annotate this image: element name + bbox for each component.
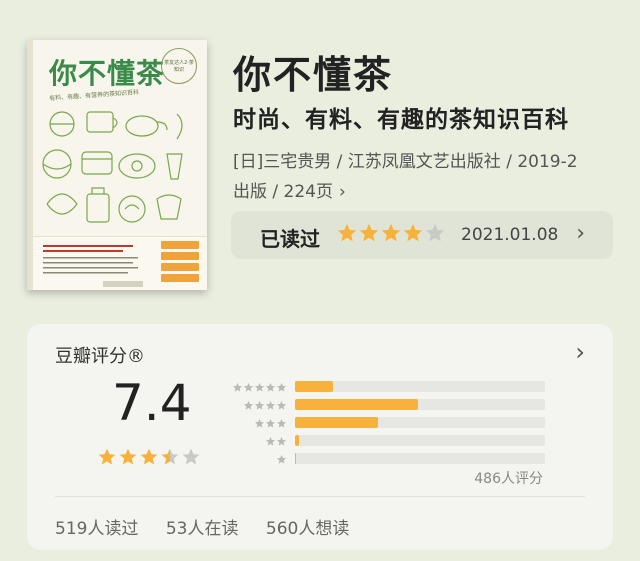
reader-stats: 519人读过 53人在读 560人想读 bbox=[55, 514, 371, 539]
star-icon bbox=[181, 447, 201, 467]
star-icon bbox=[254, 378, 265, 392]
book-meta-line1: [日]三宅贵男 / 江苏凤凰文艺出版社 / 2019-2 bbox=[233, 152, 578, 172]
distribution-stars bbox=[223, 414, 287, 433]
star-icon bbox=[276, 396, 287, 410]
star-icon bbox=[424, 222, 446, 244]
rating-count: 486人评分 bbox=[474, 471, 543, 487]
star-icon bbox=[254, 414, 265, 428]
star-icon bbox=[97, 447, 117, 467]
read-status-label: 已读过 bbox=[260, 227, 320, 251]
chevron-right-icon: › bbox=[575, 338, 585, 366]
distribution-bar-fill bbox=[295, 435, 299, 446]
distribution-bar-track bbox=[295, 399, 545, 410]
star-icon bbox=[265, 378, 276, 392]
distribution-bar-track bbox=[295, 453, 545, 464]
book-title: 你不懂茶 bbox=[233, 53, 394, 97]
star-icon bbox=[265, 396, 276, 410]
cover-band bbox=[33, 236, 207, 290]
chevron-right-icon: › bbox=[576, 221, 585, 246]
star-icon bbox=[232, 378, 243, 392]
distribution-bar-fill bbox=[295, 399, 418, 410]
distribution-bar-fill bbox=[295, 453, 297, 464]
cover-publisher-logo bbox=[103, 281, 143, 287]
rating-score: 7.4 bbox=[112, 374, 192, 432]
distribution-bar-track bbox=[295, 417, 545, 428]
divider bbox=[55, 496, 585, 497]
star-icon bbox=[265, 414, 276, 428]
read-status-card[interactable]: 已读过 2021.01.08 › bbox=[231, 211, 613, 259]
douban-rating-card[interactable]: 豆瓣评分® › 7.4 486人评分 519人读过 53人在读 560人想读 bbox=[27, 324, 613, 550]
distribution-bar-track bbox=[295, 435, 545, 446]
want-count[interactable]: 560人想读 bbox=[266, 519, 349, 539]
star-icon bbox=[265, 432, 276, 446]
star-icon bbox=[160, 447, 180, 467]
book-cover-image[interactable]: 你不懂茶 有料、有趣、有营养的茶知识百科 茶友达人2·茶知识 bbox=[27, 40, 207, 290]
chevron-right-icon: › bbox=[338, 182, 346, 202]
distribution-bar-fill bbox=[295, 381, 333, 392]
reading-count[interactable]: 53人在读 bbox=[166, 519, 239, 539]
read-count[interactable]: 519人读过 bbox=[55, 519, 138, 539]
star-icon bbox=[139, 447, 159, 467]
star-icon bbox=[254, 396, 265, 410]
cover-tag bbox=[161, 274, 199, 282]
cover-tags bbox=[161, 241, 199, 285]
star-icon bbox=[336, 222, 358, 244]
cover-tag bbox=[161, 263, 199, 271]
book-meta-link[interactable]: [日]三宅贵男 / 江苏凤凰文艺出版社 / 2019-2 出版 / 224页 › bbox=[233, 147, 628, 207]
cover-tag bbox=[161, 252, 199, 260]
distribution-bar-fill bbox=[295, 417, 378, 428]
rating-card-label: 豆瓣评分® bbox=[55, 346, 145, 367]
average-rating-stars bbox=[97, 446, 202, 467]
user-rating-stars[interactable] bbox=[336, 222, 446, 244]
distribution-stars bbox=[223, 378, 287, 397]
star-icon bbox=[118, 447, 138, 467]
star-icon bbox=[380, 222, 402, 244]
cover-tag bbox=[161, 241, 199, 249]
cover-badge: 茶友达人2·茶知识 bbox=[161, 48, 197, 84]
book-subtitle: 时尚、有料、有趣的茶知识百科 bbox=[233, 107, 569, 133]
distribution-bar-track bbox=[295, 381, 545, 392]
star-icon bbox=[402, 222, 424, 244]
star-icon bbox=[243, 396, 254, 410]
book-meta-line2: 出版 / 224页 bbox=[233, 182, 333, 202]
read-date: 2021.01.08 bbox=[461, 225, 559, 245]
distribution-stars bbox=[223, 450, 287, 469]
star-icon bbox=[276, 378, 287, 392]
cover-illustration bbox=[42, 111, 183, 223]
star-icon bbox=[276, 450, 287, 464]
cover-band-text bbox=[43, 245, 138, 274]
distribution-stars bbox=[223, 432, 287, 451]
star-icon bbox=[358, 222, 380, 244]
star-icon bbox=[276, 432, 287, 446]
star-icon bbox=[243, 378, 254, 392]
star-icon bbox=[276, 414, 287, 428]
distribution-stars bbox=[223, 396, 287, 415]
